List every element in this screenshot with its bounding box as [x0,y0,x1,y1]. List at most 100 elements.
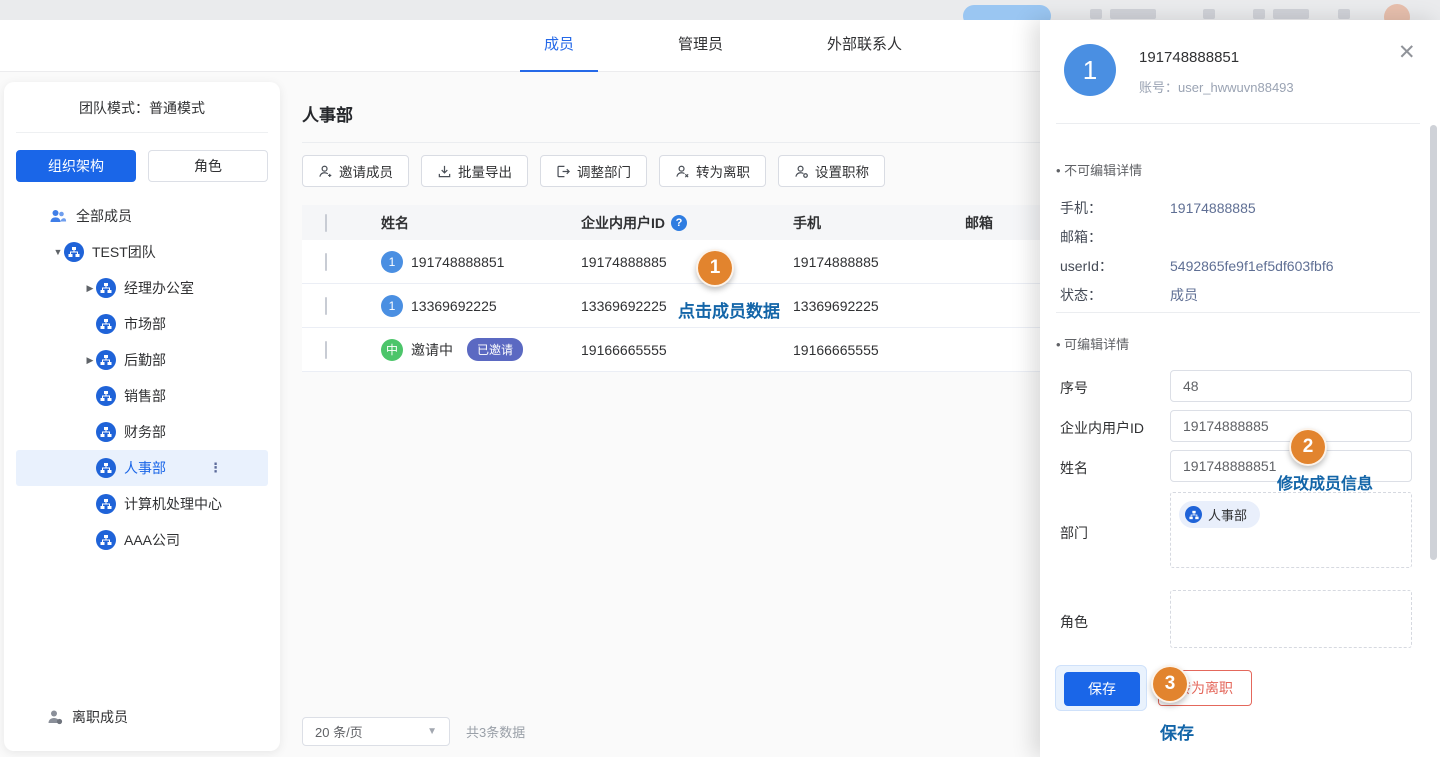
tree-item-aaa-company[interactable]: AAA公司 [4,522,280,558]
member-avatar-large: 1 [1064,44,1116,96]
annotation-label-3: 保存 [1160,719,1194,744]
table-row[interactable]: 113369692225 13369692225 13369692225 [302,284,1040,328]
button-label: 设置职称 [815,161,869,181]
field-label: 邮箱： [1060,227,1170,247]
annotation-label-2: 修改成员信息 [1277,470,1373,494]
resigned-members-item[interactable]: 离职成员 [4,707,280,727]
tree-item-all-members[interactable]: 全部成员 [4,198,280,234]
role-picker[interactable] [1170,590,1412,648]
readonly-field-phone: 手机：19174888885 [1060,198,1420,218]
tab-admins[interactable]: 管理员 [654,20,747,72]
button-label: 邀请成员 [339,161,393,181]
page-size-select[interactable]: 20 条/页 ▼ [302,717,450,746]
member-toolbar: 邀请成员 批量导出 调整部门 转为离职 设置职称 [302,155,885,187]
member-userid: 19166665555 [581,342,793,358]
row-checkbox[interactable] [325,253,327,271]
person-x-icon [675,164,690,179]
download-icon [437,164,452,179]
org-structure-button[interactable]: 组织架构 [16,150,136,182]
chevron-right-icon[interactable]: ▶ [84,355,96,366]
tree-item-logistics[interactable]: ▶ 后勤部 [4,342,280,378]
tree-item-label: 后勤部 [124,350,166,370]
tree-item-label: AAA公司 [124,530,180,550]
department-icon [96,458,116,478]
batch-export-button[interactable]: 批量导出 [421,155,528,187]
tree-item-label: 市场部 [124,314,166,334]
adjust-department-button[interactable]: 调整部门 [540,155,647,187]
table-row[interactable]: 中邀请中已邀请 19166665555 19166665555 [302,328,1040,372]
department-icon [96,350,116,370]
member-name: 邀请中 [411,340,453,360]
set-resigned-button[interactable]: 转为离职 [659,155,766,187]
more-options-icon[interactable]: ⋮ [209,460,222,476]
tree-item-hr-selected[interactable]: 人事部 ⋮ [16,450,268,486]
tree-item-label: 全部成员 [76,206,132,226]
divider [302,142,1040,143]
dimmed-primary-pill-button [963,5,1051,20]
divider [16,132,268,133]
tree-item-manager-office[interactable]: ▶ 经理办公室 [4,270,280,306]
invite-member-button[interactable]: 邀请成员 [302,155,409,187]
department-icon [96,278,116,298]
dimmed-header-text [1273,9,1309,19]
tree-item-sales[interactable]: 销售部 [4,378,280,414]
help-icon [1253,9,1265,19]
field-value: 19174888885 [1170,200,1256,216]
help-icon[interactable]: ? [671,215,687,231]
readonly-field-userid: userId：5492865fe9f1ef5df603fbf6 [1060,256,1420,276]
department-tag-label: 人事部 [1208,505,1247,524]
pagination: 20 条/页 ▼ 共3条数据 [302,717,525,746]
col-header-userid: 企业内用户ID [581,213,665,233]
department-icon [96,422,116,442]
person-off-icon [46,708,64,726]
divider [1056,312,1420,313]
close-icon[interactable]: ✕ [1398,42,1416,63]
seq-label: 序号 [1060,378,1088,398]
select-all-checkbox[interactable] [325,214,327,232]
set-title-button[interactable]: 设置职称 [778,155,885,187]
save-button[interactable]: 保存 [1064,672,1140,706]
org-tree: 全部成员 ▼ TEST团队 ▶ 经理办公室 市场部 ▶ 后勤部 销售部 财务部 [4,198,280,558]
tree-item-label: 人事部 [124,458,166,478]
row-checkbox[interactable] [325,297,327,315]
avatar: 中 [381,339,403,361]
member-detail-name: 191748888851 [1139,49,1239,66]
tree-item-label: 销售部 [124,386,166,406]
tree-item-marketing[interactable]: 市场部 [4,306,280,342]
department-picker[interactable]: 人事部 [1170,492,1412,568]
department-icon [96,314,116,334]
tab-external-contacts[interactable]: 外部联系人 [803,20,926,72]
member-phone: 19174888885 [793,254,965,270]
tree-item-computer-center[interactable]: 计算机处理中心 [4,486,280,522]
field-label: 手机： [1060,198,1170,218]
person-icon [1338,9,1350,19]
move-out-icon [556,164,571,179]
tree-item-test-team[interactable]: ▼ TEST团队 [4,234,280,270]
readonly-section-title: 不可编辑详情 [1056,160,1142,179]
window-icon [1203,9,1215,19]
tree-item-label: 经理办公室 [124,278,194,298]
seq-input[interactable] [1170,370,1412,402]
dimmed-header-text [1110,9,1156,19]
avatar: 1 [381,251,403,273]
person-gear-icon [794,164,809,179]
department-icon [64,242,84,262]
total-count-label: 共3条数据 [466,722,525,741]
department-icon [96,386,116,406]
department-tag[interactable]: 人事部 [1179,501,1260,528]
row-checkbox[interactable] [325,341,327,359]
members-group-icon [48,206,68,226]
chevron-down-icon[interactable]: ▼ [52,247,64,257]
company-userid-label: 企业内用户ID [1060,418,1144,438]
chevron-right-icon[interactable]: ▶ [84,283,96,294]
readonly-field-email: 邮箱： [1060,227,1420,247]
drawer-scrollbar[interactable] [1430,125,1437,560]
annotation-step-1: 1 [696,249,734,287]
field-value: 5492865fe9f1ef5df603fbf6 [1170,258,1334,274]
tab-members[interactable]: 成员 [520,20,598,72]
table-row[interactable]: 1191748888851 19174888885 19174888885 [302,240,1040,284]
tree-item-finance[interactable]: 财务部 [4,414,280,450]
name-label: 姓名 [1060,458,1088,478]
col-header-name: 姓名 [381,213,581,233]
role-button[interactable]: 角色 [148,150,268,182]
